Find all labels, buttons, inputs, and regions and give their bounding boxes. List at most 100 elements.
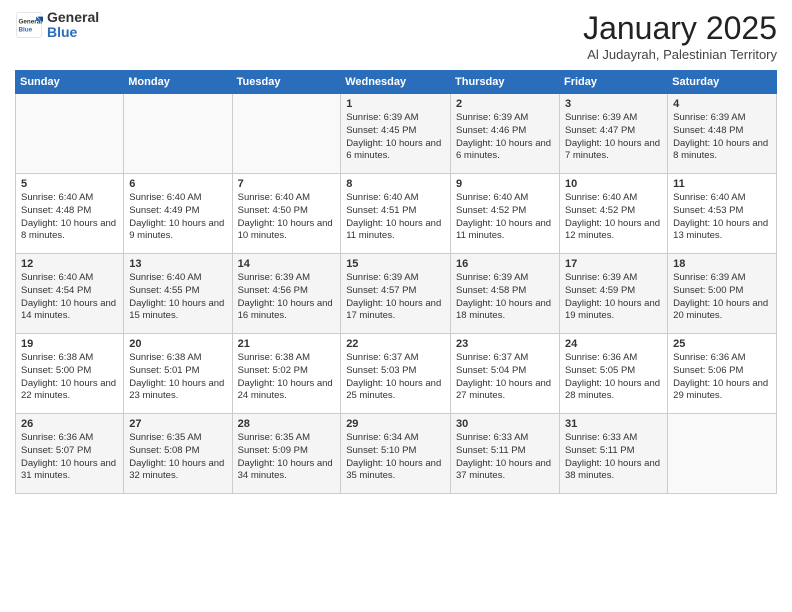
- day-header-thursday: Thursday: [451, 71, 560, 94]
- day-number: 14: [238, 258, 336, 270]
- day-info: Sunrise: 6:35 AM Sunset: 5:08 PM Dayligh…: [129, 432, 226, 483]
- day-info: Sunrise: 6:40 AM Sunset: 4:50 PM Dayligh…: [238, 192, 336, 243]
- day-number: 1: [346, 98, 445, 110]
- day-number: 27: [129, 418, 226, 430]
- day-info: Sunrise: 6:37 AM Sunset: 5:04 PM Dayligh…: [456, 352, 554, 403]
- day-number: 12: [21, 258, 118, 270]
- day-number: 24: [565, 338, 662, 350]
- day-number: 15: [346, 258, 445, 270]
- calendar-cell: 8Sunrise: 6:40 AM Sunset: 4:51 PM Daylig…: [341, 174, 451, 254]
- calendar-cell: 23 Sunrise: 6:37 AM Sunset: 5:04 PM Dayli…: [451, 334, 560, 414]
- day-number: 28: [238, 418, 336, 430]
- day-info: Sunrise: 6:40 AM Sunset: 4:52 PM Dayligh…: [456, 192, 554, 243]
- day-info: Sunrise: 6:40 AM Sunset: 4:52 PM Dayligh…: [565, 192, 662, 243]
- day-number: 10: [565, 178, 662, 190]
- calendar-cell: 21Sunrise: 6:38 AM Sunset: 5:02 PM Dayli…: [232, 334, 341, 414]
- day-info: Sunrise: 6:39 AM Sunset: 4:59 PM Dayligh…: [565, 272, 662, 323]
- week-row-0: 1 Sunrise: 6:39 AM Sunset: 4:45 PM Daylig…: [16, 94, 777, 174]
- calendar-cell: 15 Sunrise: 6:39 AM Sunset: 4:57 PM Dayli…: [341, 254, 451, 334]
- logo-text: General Blue: [47, 10, 99, 41]
- day-info: Sunrise: 6:39 AM Sunset: 4:47 PM Dayligh…: [565, 112, 662, 163]
- day-info: Sunrise: 6:39 AM Sunset: 4:45 PM Dayligh…: [346, 112, 445, 163]
- day-number: 26: [21, 418, 118, 430]
- day-number: 18: [673, 258, 771, 270]
- day-number: 4: [673, 98, 771, 110]
- week-row-3: 19 Sunrise: 6:38 AM Sunset: 5:00 PM Dayli…: [16, 334, 777, 414]
- day-info: Sunrise: 6:36 AM Sunset: 5:07 PM Dayligh…: [21, 432, 118, 483]
- calendar-cell: 18 Sunrise: 6:39 AM Sunset: 5:00 PM Dayli…: [668, 254, 777, 334]
- day-info: Sunrise: 6:39 AM Sunset: 4:56 PM Dayligh…: [238, 272, 336, 323]
- day-number: 5: [21, 178, 118, 190]
- day-number: 9: [456, 178, 554, 190]
- calendar-cell: 2 Sunrise: 6:39 AM Sunset: 4:46 PM Daylig…: [451, 94, 560, 174]
- calendar-cell: [668, 414, 777, 494]
- day-info: Sunrise: 6:39 AM Sunset: 4:57 PM Dayligh…: [346, 272, 445, 323]
- day-info: Sunrise: 6:38 AM Sunset: 5:01 PM Dayligh…: [129, 352, 226, 403]
- calendar-subtitle: Al Judayrah, Palestinian Territory: [583, 47, 777, 62]
- calendar-cell: [232, 94, 341, 174]
- calendar-cell: 31Sunrise: 6:33 AM Sunset: 5:11 PM Dayli…: [559, 414, 667, 494]
- title-block: January 2025 Al Judayrah, Palestinian Te…: [583, 10, 777, 62]
- calendar-cell: 3 Sunrise: 6:39 AM Sunset: 4:47 PM Daylig…: [559, 94, 667, 174]
- calendar-cell: 26 Sunrise: 6:36 AM Sunset: 5:07 PM Dayli…: [16, 414, 124, 494]
- day-header-wednesday: Wednesday: [341, 71, 451, 94]
- day-number: 17: [565, 258, 662, 270]
- day-header-monday: Monday: [124, 71, 232, 94]
- day-number: 19: [21, 338, 118, 350]
- logo-blue-text: Blue: [47, 25, 99, 40]
- day-number: 23: [456, 338, 554, 350]
- logo: General Blue General Blue: [15, 10, 99, 41]
- calendar-title: January 2025: [583, 10, 777, 47]
- day-info: Sunrise: 6:33 AM Sunset: 5:11 PM Dayligh…: [456, 432, 554, 483]
- day-header-friday: Friday: [559, 71, 667, 94]
- day-info: Sunrise: 6:40 AM Sunset: 4:51 PM Dayligh…: [346, 192, 445, 243]
- calendar-header: General Blue General Blue January 2025 A…: [15, 10, 777, 62]
- day-info: Sunrise: 6:40 AM Sunset: 4:53 PM Dayligh…: [673, 192, 771, 243]
- day-header-saturday: Saturday: [668, 71, 777, 94]
- logo-general-text: General: [47, 10, 99, 25]
- logo-icon: General Blue: [15, 11, 43, 39]
- calendar-cell: 11 Sunrise: 6:40 AM Sunset: 4:53 PM Dayli…: [668, 174, 777, 254]
- day-info: Sunrise: 6:34 AM Sunset: 5:10 PM Dayligh…: [346, 432, 445, 483]
- day-number: 2: [456, 98, 554, 110]
- calendar-cell: 4 Sunrise: 6:39 AM Sunset: 4:48 PM Daylig…: [668, 94, 777, 174]
- day-number: 11: [673, 178, 771, 190]
- day-info: Sunrise: 6:40 AM Sunset: 4:49 PM Dayligh…: [129, 192, 226, 243]
- calendar-cell: [124, 94, 232, 174]
- calendar-cell: 14 Sunrise: 6:39 AM Sunset: 4:56 PM Dayli…: [232, 254, 341, 334]
- day-number: 30: [456, 418, 554, 430]
- day-number: 13: [129, 258, 226, 270]
- day-info: Sunrise: 6:39 AM Sunset: 5:00 PM Dayligh…: [673, 272, 771, 323]
- calendar-body: 1 Sunrise: 6:39 AM Sunset: 4:45 PM Daylig…: [16, 94, 777, 494]
- day-number: 22: [346, 338, 445, 350]
- calendar-cell: 17 Sunrise: 6:39 AM Sunset: 4:59 PM Dayli…: [559, 254, 667, 334]
- day-number: 6: [129, 178, 226, 190]
- calendar-cell: 16Sunrise: 6:39 AM Sunset: 4:58 PM Dayli…: [451, 254, 560, 334]
- day-info: Sunrise: 6:38 AM Sunset: 5:00 PM Dayligh…: [21, 352, 118, 403]
- calendar-cell: 24 Sunrise: 6:36 AM Sunset: 5:05 PM Dayli…: [559, 334, 667, 414]
- day-info: Sunrise: 6:36 AM Sunset: 5:05 PM Dayligh…: [565, 352, 662, 403]
- day-info: Sunrise: 6:39 AM Sunset: 4:48 PM Dayligh…: [673, 112, 771, 163]
- day-number: 25: [673, 338, 771, 350]
- day-number: 31: [565, 418, 662, 430]
- calendar-cell: [16, 94, 124, 174]
- calendar-cell: 12 Sunrise: 6:40 AM Sunset: 4:54 PM Dayli…: [16, 254, 124, 334]
- day-header-tuesday: Tuesday: [232, 71, 341, 94]
- day-number: 3: [565, 98, 662, 110]
- calendar-cell: 29Sunrise: 6:34 AM Sunset: 5:10 PM Dayli…: [341, 414, 451, 494]
- calendar-cell: 20 Sunrise: 6:38 AM Sunset: 5:01 PM Dayli…: [124, 334, 232, 414]
- calendar-cell: 30 Sunrise: 6:33 AM Sunset: 5:11 PM Dayli…: [451, 414, 560, 494]
- calendar-cell: 28 Sunrise: 6:35 AM Sunset: 5:09 PM Dayli…: [232, 414, 341, 494]
- days-of-week-row: SundayMondayTuesdayWednesdayThursdayFrid…: [16, 71, 777, 94]
- day-info: Sunrise: 6:40 AM Sunset: 4:54 PM Dayligh…: [21, 272, 118, 323]
- day-header-sunday: Sunday: [16, 71, 124, 94]
- day-info: Sunrise: 6:37 AM Sunset: 5:03 PM Dayligh…: [346, 352, 445, 403]
- calendar-cell: 6 Sunrise: 6:40 AM Sunset: 4:49 PM Daylig…: [124, 174, 232, 254]
- calendar-cell: 5Sunrise: 6:40 AM Sunset: 4:48 PM Daylig…: [16, 174, 124, 254]
- day-number: 20: [129, 338, 226, 350]
- day-info: Sunrise: 6:39 AM Sunset: 4:46 PM Dayligh…: [456, 112, 554, 163]
- calendar-cell: 1 Sunrise: 6:39 AM Sunset: 4:45 PM Daylig…: [341, 94, 451, 174]
- day-info: Sunrise: 6:35 AM Sunset: 5:09 PM Dayligh…: [238, 432, 336, 483]
- week-row-1: 5Sunrise: 6:40 AM Sunset: 4:48 PM Daylig…: [16, 174, 777, 254]
- calendar-cell: 13Sunrise: 6:40 AM Sunset: 4:55 PM Dayli…: [124, 254, 232, 334]
